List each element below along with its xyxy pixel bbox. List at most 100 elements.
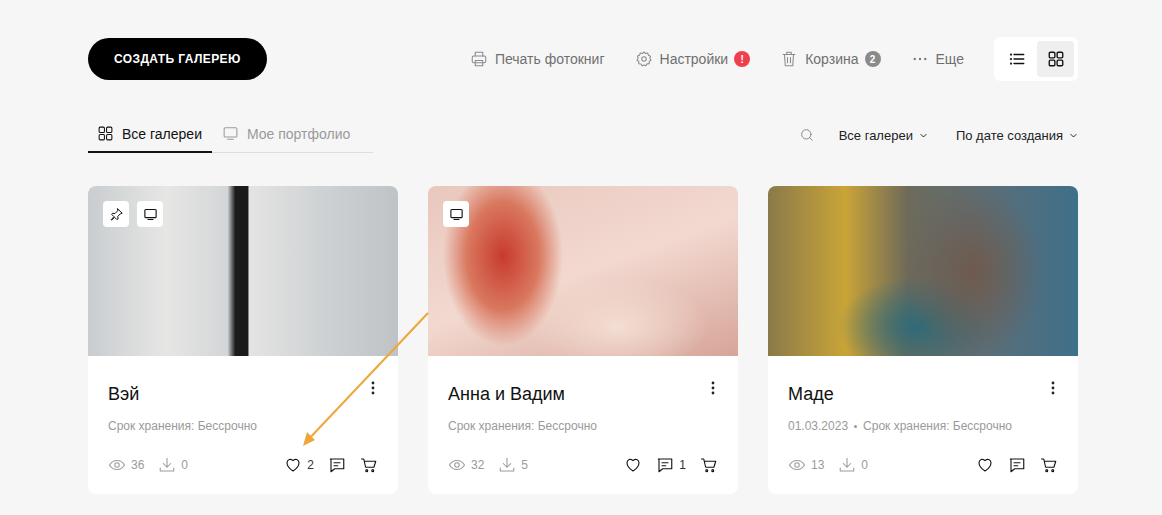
grid-icon[interactable] [97, 125, 114, 142]
printer-icon [470, 50, 488, 68]
portfolio-badge[interactable] [443, 201, 469, 227]
downloads-stat: 0 [838, 456, 868, 474]
toolbar-label[interactable]: Еще [936, 51, 965, 67]
heart-icon[interactable] [624, 456, 642, 474]
cart-button[interactable] [700, 456, 718, 474]
monitor-icon[interactable] [449, 207, 464, 222]
comments-button[interactable]: 1 [656, 456, 686, 474]
cart-icon[interactable] [360, 456, 378, 474]
likes-count[interactable]: 2 [307, 458, 314, 472]
comment-icon[interactable] [328, 456, 346, 474]
gallery-meta: 01.03.2023 Срок хранения: Бессрочно [788, 418, 1058, 434]
toolbar: Печать фотокниг Настройки! Корзина2 Еще [470, 37, 1078, 81]
filter-label[interactable]: По дате создания [956, 128, 1063, 143]
heart-icon[interactable] [976, 456, 994, 474]
stats-right: 2 [284, 456, 378, 474]
chevron-down-icon[interactable] [1069, 131, 1078, 140]
portfolio-badge[interactable] [137, 201, 163, 227]
comments-count[interactable]: 1 [679, 458, 686, 472]
search-icon[interactable] [799, 127, 815, 143]
comments-button[interactable] [328, 456, 346, 474]
toolbar-item[interactable]: Настройки! [635, 50, 751, 68]
meta-text: Срок хранения: Бессрочно [863, 419, 1012, 433]
tab[interactable]: Мое портфолио [212, 118, 360, 153]
chevron-down-icon[interactable] [919, 131, 928, 140]
grid-icon[interactable] [1047, 50, 1065, 68]
likes-button[interactable] [976, 456, 994, 474]
tab-label[interactable]: Все галереи [122, 126, 202, 142]
list-icon[interactable] [1008, 50, 1026, 68]
cart-icon[interactable] [360, 456, 378, 474]
monitor-icon[interactable] [222, 125, 239, 142]
filter-dropdown[interactable]: Все галереи [839, 128, 928, 143]
create-gallery-button[interactable]: СОЗДАТЬ ГАЛЕРЕЮ [88, 38, 267, 80]
gallery-cover[interactable] [88, 186, 398, 356]
cart-icon[interactable] [1040, 456, 1058, 474]
gallery-card[interactable]: Маде 01.03.2023 Срок хранения: Бессрочно 13… [768, 186, 1078, 494]
pinned-badge[interactable] [103, 201, 129, 227]
cart-icon[interactable] [700, 456, 718, 474]
kebab-menu-icon[interactable] [1046, 380, 1060, 396]
comments-button[interactable] [1008, 456, 1026, 474]
likes-button[interactable]: 2 [284, 456, 314, 474]
gallery-cover[interactable] [428, 186, 738, 356]
filters: Все галереи По дате создания [799, 127, 1078, 153]
toolbar-label[interactable]: Корзина [805, 51, 858, 67]
kebab-menu-icon[interactable] [366, 380, 380, 396]
kebab-menu-icon[interactable] [1046, 380, 1060, 396]
gallery-title[interactable]: Вэй [108, 382, 139, 406]
chevron-down-icon[interactable] [1069, 131, 1078, 140]
cart-button[interactable] [1040, 456, 1058, 474]
kebab-menu-icon[interactable] [706, 380, 720, 396]
card-title-row: Маде [788, 382, 1058, 406]
comment-icon[interactable] [1008, 456, 1026, 474]
tab-label[interactable]: Мое портфолио [247, 126, 350, 142]
grid-icon[interactable] [97, 125, 114, 142]
monitor-icon[interactable] [222, 125, 239, 142]
heart-icon[interactable] [284, 456, 302, 474]
pin-icon[interactable] [109, 207, 124, 222]
gallery-title[interactable]: Анна и Вадим [448, 382, 565, 406]
gallery-title[interactable]: Маде [788, 382, 834, 406]
filter-label[interactable]: Все галереи [839, 128, 913, 143]
cart-icon[interactable] [700, 456, 718, 474]
monitor-icon[interactable] [449, 207, 464, 222]
meta-text: 01.03.2023 [788, 419, 848, 433]
gallery-card[interactable]: ВэйСрок хранения: Бессрочно3602 [88, 186, 398, 494]
view-list-button[interactable] [998, 41, 1035, 77]
monitor-icon[interactable] [143, 207, 158, 222]
comment-icon[interactable] [328, 456, 346, 474]
views-stat: 13 [788, 456, 824, 474]
separator-dot [854, 425, 857, 428]
comment-icon[interactable] [1008, 456, 1026, 474]
comment-icon[interactable] [656, 456, 674, 474]
kebab-menu-icon[interactable] [706, 380, 720, 396]
toolbar-label[interactable]: Настройки [660, 51, 729, 67]
cart-icon[interactable] [1040, 456, 1058, 474]
meta-text: Срок хранения: Бессрочно [448, 419, 597, 433]
chevron-down-icon[interactable] [919, 131, 928, 140]
gallery-cover[interactable] [768, 186, 1078, 356]
tabs-row: Все галереи Мое портфолио Все галереи По да… [88, 118, 1078, 153]
likes-button[interactable] [624, 456, 642, 474]
view-switcher [994, 37, 1078, 81]
heart-icon[interactable] [976, 456, 994, 474]
tab[interactable]: Все галереи [88, 118, 212, 153]
toolbar-item[interactable]: Еще [911, 50, 965, 68]
toolbar-label[interactable]: Печать фотокниг [495, 51, 605, 67]
monitor-icon[interactable] [143, 207, 158, 222]
pin-icon[interactable] [109, 207, 124, 222]
heart-icon[interactable] [284, 456, 302, 474]
eye-icon [108, 456, 126, 474]
search-icon[interactable] [799, 127, 815, 143]
view-grid-button[interactable] [1037, 41, 1074, 77]
kebab-menu-icon[interactable] [366, 380, 380, 396]
download-icon [158, 456, 176, 474]
gallery-card[interactable]: Анна и ВадимСрок хранения: Бессрочно3251 [428, 186, 738, 494]
filter-dropdown[interactable]: По дате создания [956, 128, 1078, 143]
cart-button[interactable] [360, 456, 378, 474]
heart-icon[interactable] [624, 456, 642, 474]
toolbar-item[interactable]: Печать фотокниг [470, 50, 605, 68]
comment-icon[interactable] [656, 456, 674, 474]
toolbar-item[interactable]: Корзина2 [780, 50, 880, 68]
